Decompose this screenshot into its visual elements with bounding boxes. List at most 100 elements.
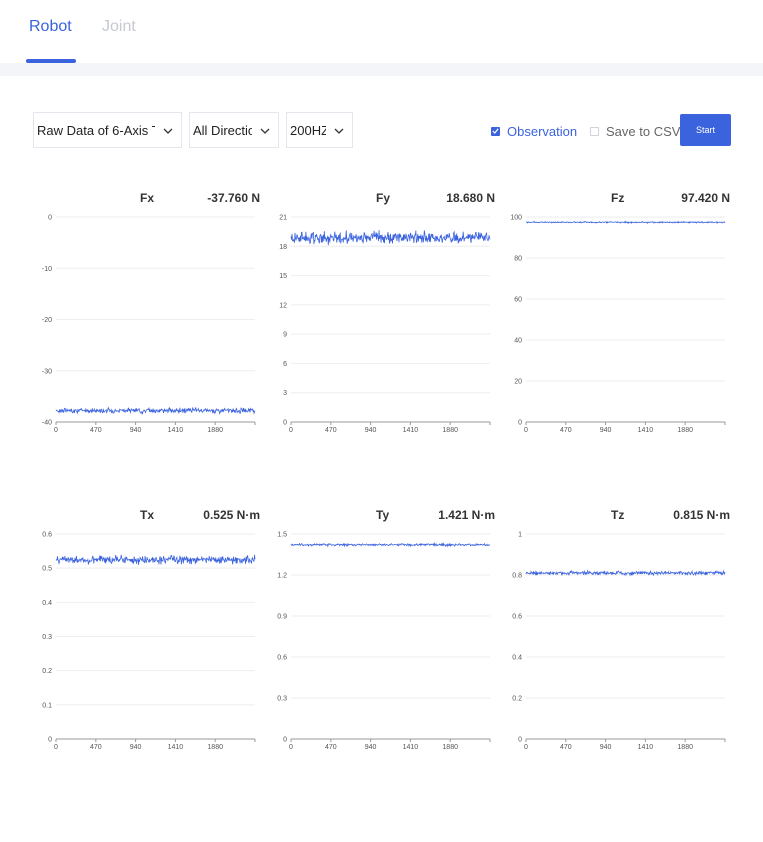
chart-panel-fx: Fx -37.760 N 0 -10 -20 -30 -40 0 470 940 1410 188…	[25, 191, 260, 451]
y-tick-label: 1.2	[277, 573, 287, 580]
x-tick-label: 1410	[168, 744, 184, 751]
x-tick-label: 470	[325, 427, 337, 434]
y-tick-label: 0.9	[277, 614, 287, 621]
sample-rate-select-value: 200HZ	[290, 123, 326, 138]
x-tick-label: 940	[130, 744, 142, 751]
y-tick-label: 0	[518, 737, 522, 744]
x-tick-label: 1410	[168, 427, 184, 434]
x-tick-label: 1880	[207, 744, 223, 751]
y-tick-label: 0.3	[277, 696, 287, 703]
direction-select-value: All Directio	[193, 123, 252, 138]
y-tick-label: -10	[42, 266, 52, 273]
x-tick-label: 470	[325, 744, 337, 751]
chevron-down-icon	[334, 113, 344, 147]
series-line	[55, 406, 256, 416]
x-tick-label: 940	[130, 427, 142, 434]
y-tick-label: -40	[42, 420, 52, 427]
x-tick-label: 1410	[638, 427, 654, 434]
x-tick-label: 470	[560, 744, 572, 751]
y-tick-label: 80	[514, 256, 522, 263]
x-tick-label: 470	[90, 427, 102, 434]
y-tick-label: 0	[48, 737, 52, 744]
y-tick-label: 0	[283, 737, 287, 744]
data-type-select[interactable]: Raw Data of 6-Axis Tc	[33, 112, 182, 148]
save-csv-label: Save to CSV	[606, 123, 681, 139]
y-tick-label: 15	[279, 273, 287, 280]
y-tick-label: 0	[48, 215, 52, 222]
x-tick-label: 0	[524, 744, 528, 751]
tab-joint[interactable]: Joint	[102, 18, 136, 36]
y-tick-label: 18	[279, 244, 287, 251]
x-tick-label: 470	[90, 744, 102, 751]
x-tick-label: 940	[600, 427, 612, 434]
chart-panel-ty: Ty 1.421 N·m 0 0.3 0.6 0.9 1.2 1.5 0 470 940 1410…	[260, 508, 495, 768]
tab-divider-band	[0, 63, 763, 76]
y-tick-label: 0.3	[42, 634, 52, 641]
chart-panel-tx: Tx 0.525 N·m 0 0.1 0.2 0.3 0.4 0.5 0.6 0 470 940 1…	[25, 508, 260, 768]
checkbox-empty-icon	[590, 126, 599, 136]
start-button[interactable]: Start	[680, 114, 731, 146]
y-tick-label: 1	[518, 532, 522, 539]
y-tick-label: 0.1	[42, 702, 52, 709]
observation-checkbox[interactable]: Observation	[491, 124, 577, 139]
x-tick-label: 1880	[677, 744, 693, 751]
y-tick-label: 3	[283, 390, 287, 397]
x-tick-label: 940	[365, 427, 377, 434]
y-tick-label: 0.2	[42, 668, 52, 675]
direction-select[interactable]: All Directio	[189, 112, 279, 148]
sample-rate-select[interactable]: 200HZ	[286, 112, 353, 148]
y-tick-label: 0.6	[277, 655, 287, 662]
x-tick-label: 1880	[442, 744, 458, 751]
y-tick-label: 9	[283, 332, 287, 339]
y-tick-label: 0.2	[512, 696, 522, 703]
y-tick-label: -30	[42, 368, 52, 375]
y-tick-label: 0.5	[42, 566, 52, 573]
series-line	[290, 230, 491, 246]
x-tick-label: 1410	[403, 427, 419, 434]
x-tick-label: 1880	[442, 427, 458, 434]
x-tick-label: 940	[600, 744, 612, 751]
save-csv-checkbox[interactable]: Save to CSV	[590, 123, 681, 139]
y-tick-label: 6	[283, 361, 287, 368]
tx-chart: 0 0.1 0.2 0.3 0.4 0.5 0.6 0 470 940 1410 1880	[42, 532, 256, 751]
y-tick-label: 0.6	[512, 614, 522, 621]
x-tick-label: 0	[54, 427, 58, 434]
series-line	[290, 541, 491, 548]
y-tick-label: 0.8	[512, 573, 522, 580]
series-line	[55, 554, 256, 565]
y-tick-label: 100	[510, 215, 522, 222]
x-tick-label: 0	[54, 744, 58, 751]
y-tick-label: 12	[279, 302, 287, 309]
x-tick-label: 1880	[677, 427, 693, 434]
y-tick-label: 0.6	[42, 532, 52, 539]
data-type-select-value: Raw Data of 6-Axis Tc	[37, 123, 155, 138]
y-tick-label: 60	[514, 297, 522, 304]
x-tick-label: 0	[289, 427, 293, 434]
x-tick-label: 0	[289, 744, 293, 751]
y-tick-label: 40	[514, 338, 522, 345]
x-tick-label: 1880	[207, 427, 223, 434]
chart-panel-tz: Tz 0.815 N·m 0 0.2 0.4 0.6 0.8 1 0 470 940 1410 18…	[495, 508, 730, 768]
ty-chart: 0 0.3 0.6 0.9 1.2 1.5 0 470 940 1410 1880	[277, 532, 491, 751]
check-icon	[491, 126, 500, 136]
y-tick-label: 0.4	[512, 655, 522, 662]
y-tick-label: 0	[283, 420, 287, 427]
tab-robot[interactable]: Robot	[29, 18, 72, 36]
y-tick-label: -20	[42, 317, 52, 324]
x-tick-label: 0	[524, 427, 528, 434]
fx-chart: 0-10-20-30-400 470 940 1410 1880	[42, 215, 256, 434]
y-tick-label: 0.4	[42, 600, 52, 607]
series-line	[525, 220, 726, 225]
fz-chart: 0 20 40 60 80 100 0 470 940 1410 1880	[510, 215, 726, 434]
chevron-down-icon	[163, 113, 173, 147]
tab-bar: Robot Joint	[0, 0, 763, 63]
chart-panel-fy: Fy 18.680 N 0 3 6 9 12 15 18 21 0 470 940 1410 1880	[260, 191, 495, 451]
tz-chart: 0 0.2 0.4 0.6 0.8 1 0 470 940 1410 1880	[512, 532, 726, 751]
x-tick-label: 470	[560, 427, 572, 434]
x-tick-label: 940	[365, 744, 377, 751]
y-tick-label: 21	[279, 215, 287, 222]
chevron-down-icon	[260, 113, 270, 147]
x-tick-label: 1410	[403, 744, 419, 751]
y-tick-label: 0	[518, 420, 522, 427]
y-tick-label: 20	[514, 379, 522, 386]
